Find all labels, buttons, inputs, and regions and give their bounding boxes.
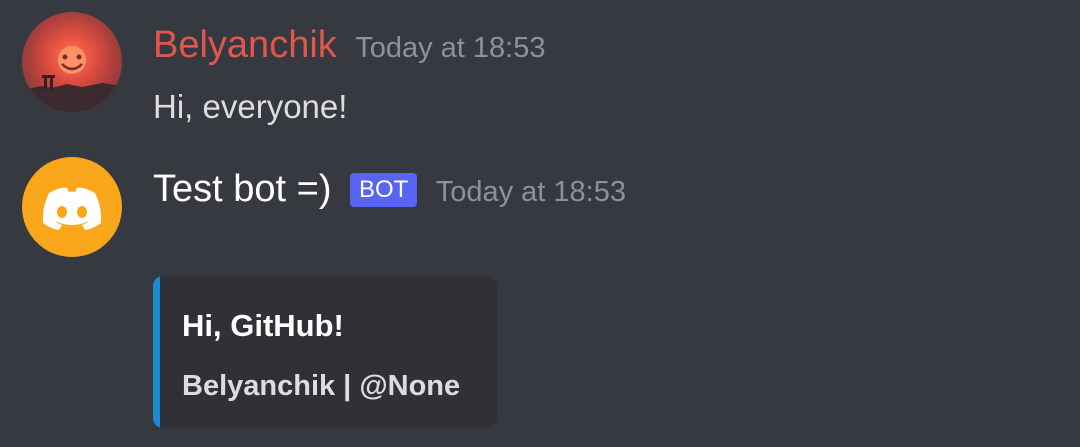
timestamp: Today at 18:53 <box>355 32 546 64</box>
embed-title: Hi, GitHub! <box>182 308 344 343</box>
message-embed: Hi, GitHub! Belyanchik | @None <box>153 276 497 428</box>
message-header: Test bot =) BOT Today at 18:53 <box>153 166 626 215</box>
bot-username[interactable]: Test bot =) <box>153 166 331 212</box>
message-header: Belyanchik Today at 18:53 <box>153 22 545 71</box>
bot-avatar[interactable] <box>22 157 122 257</box>
bot-tag-badge: BOT <box>349 173 418 207</box>
embed-accent-bar <box>153 276 160 428</box>
message-item: Test bot =) BOT Today at 18:53 Hi, GitHu… <box>0 140 1080 447</box>
message-content: Hi, everyone! <box>153 88 348 125</box>
message-item: Belyanchik Today at 18:53 Hi, everyone! <box>0 0 1080 140</box>
sunset-photo-avatar <box>22 46 122 112</box>
discord-logo-icon <box>42 187 102 230</box>
chat-messages: Belyanchik Today at 18:53 Hi, everyone! … <box>0 0 1080 447</box>
username[interactable]: Belyanchik <box>153 22 337 68</box>
embed-description: Belyanchik | @None <box>182 370 461 402</box>
timestamp: Today at 18:53 <box>435 176 626 208</box>
user-avatar[interactable] <box>22 12 122 112</box>
